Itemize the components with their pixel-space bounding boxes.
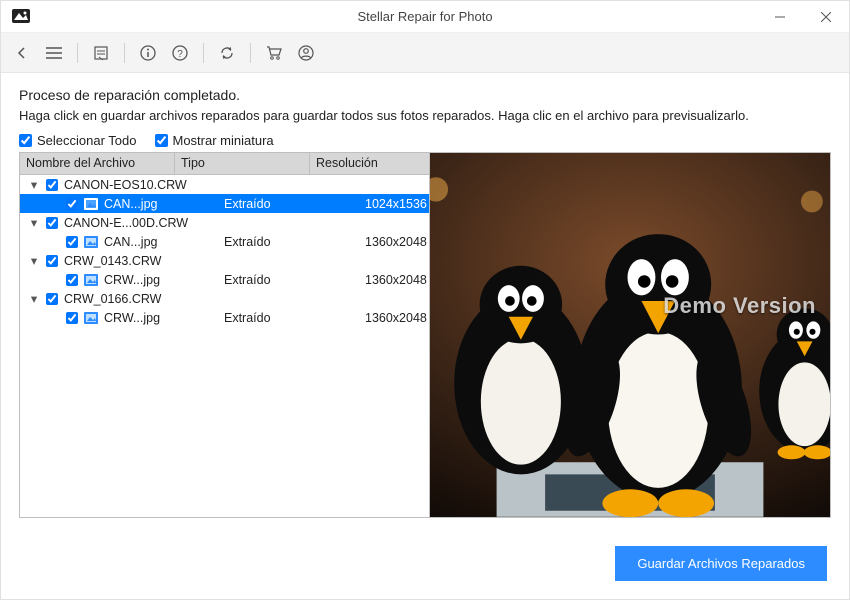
app-icon xyxy=(5,1,37,33)
chevron-down-icon[interactable]: ▾ xyxy=(28,215,40,230)
file-checkbox[interactable] xyxy=(66,274,78,286)
chevron-down-icon[interactable]: ▾ xyxy=(28,253,40,268)
minimize-button[interactable] xyxy=(757,1,803,32)
file-resolution: 1360x2048 xyxy=(361,273,429,287)
file-type: Extraído xyxy=(220,311,355,325)
window-controls xyxy=(757,1,849,32)
file-tree[interactable]: ▾ CANON-EOS10.CRW CAN...jpg Extraído 1024x15… xyxy=(20,175,429,517)
user-icon[interactable] xyxy=(293,40,319,66)
image-file-icon xyxy=(84,274,98,286)
preview-panel[interactable]: Demo Version xyxy=(430,153,830,517)
options-row: Seleccionar Todo Mostrar miniatura xyxy=(19,133,831,148)
group-name: CANON-E...00D.CRW xyxy=(64,216,188,230)
group-checkbox[interactable] xyxy=(46,293,58,305)
file-type: Extraído xyxy=(220,273,355,287)
tree-group-row[interactable]: ▾ CANON-EOS10.CRW xyxy=(20,175,429,194)
file-checkbox[interactable] xyxy=(66,236,78,248)
info-icon[interactable] xyxy=(135,40,161,66)
select-all-checkbox[interactable]: Seleccionar Todo xyxy=(19,133,137,148)
file-checkbox[interactable] xyxy=(66,198,78,210)
group-name: CRW_0143.CRW xyxy=(64,254,162,268)
window-title: Stellar Repair for Photo xyxy=(1,9,849,24)
toolbar-separator xyxy=(124,43,125,63)
chevron-down-icon[interactable]: ▾ xyxy=(28,177,40,192)
file-resolution: 1024x1536 xyxy=(361,197,429,211)
app-window: Stellar Repair for Photo xyxy=(0,0,850,600)
preview-watermark: Demo Version xyxy=(663,293,816,319)
group-name: CANON-EOS10.CRW xyxy=(64,178,187,192)
tree-group-row[interactable]: ▾ CANON-E...00D.CRW xyxy=(20,213,429,232)
tree-file-row[interactable]: CRW...jpg Extraído 1360x2048 xyxy=(20,308,429,327)
select-all-label: Seleccionar Todo xyxy=(37,133,137,148)
refresh-icon[interactable] xyxy=(214,40,240,66)
svg-text:?: ? xyxy=(177,49,183,60)
tree-group-row[interactable]: ▾ CRW_0166.CRW xyxy=(20,289,429,308)
file-list-panel: Nombre del Archivo Tipo Resolución ▾ CANO… xyxy=(20,153,430,517)
save-repaired-button[interactable]: Guardar Archivos Reparados xyxy=(615,546,827,581)
back-icon[interactable] xyxy=(9,40,35,66)
file-type: Extraído xyxy=(220,235,355,249)
tree-file-row[interactable]: CAN...jpg Extraído 1360x2048 xyxy=(20,232,429,251)
image-file-icon xyxy=(84,236,98,248)
file-list-header: Nombre del Archivo Tipo Resolución xyxy=(20,153,429,175)
chevron-down-icon[interactable]: ▾ xyxy=(28,291,40,306)
preview-image xyxy=(430,153,830,517)
footer: Guardar Archivos Reparados xyxy=(1,528,849,599)
status-heading: Proceso de reparación completado. xyxy=(19,87,831,103)
file-resolution: 1360x2048 xyxy=(361,235,429,249)
show-thumbnail-checkbox[interactable]: Mostrar miniatura xyxy=(155,133,274,148)
file-name: CRW...jpg xyxy=(104,273,214,287)
help-icon[interactable]: ? xyxy=(167,40,193,66)
toolbar-separator xyxy=(77,43,78,63)
file-name: CRW...jpg xyxy=(104,311,214,325)
image-file-icon xyxy=(84,198,98,210)
titlebar: Stellar Repair for Photo xyxy=(1,1,849,33)
tree-file-row[interactable]: CAN...jpg Extraído 1024x1536 xyxy=(20,194,429,213)
show-thumbnail-label: Mostrar miniatura xyxy=(173,133,274,148)
toolbar: ? xyxy=(1,33,849,73)
group-checkbox[interactable] xyxy=(46,217,58,229)
file-resolution: 1360x2048 xyxy=(361,311,429,325)
image-file-icon xyxy=(84,312,98,324)
column-filename[interactable]: Nombre del Archivo xyxy=(20,153,175,174)
group-checkbox[interactable] xyxy=(46,179,58,191)
content-area: Proceso de reparación completado. Haga c… xyxy=(1,73,849,528)
tree-group-row[interactable]: ▾ CRW_0143.CRW xyxy=(20,251,429,270)
file-checkbox[interactable] xyxy=(66,312,78,324)
show-thumbnail-input[interactable] xyxy=(155,134,168,147)
file-type: Extraído xyxy=(220,197,355,211)
file-name: CAN...jpg xyxy=(104,235,214,249)
instructions-text: Haga click en guardar archivos reparados… xyxy=(19,107,831,125)
file-name: CAN...jpg xyxy=(104,197,214,211)
toolbar-separator xyxy=(250,43,251,63)
group-checkbox[interactable] xyxy=(46,255,58,267)
main-panel: Nombre del Archivo Tipo Resolución ▾ CANO… xyxy=(19,152,831,518)
cart-icon[interactable] xyxy=(261,40,287,66)
column-resolution[interactable]: Resolución xyxy=(310,153,429,174)
tree-file-row[interactable]: CRW...jpg Extraído 1360x2048 xyxy=(20,270,429,289)
column-type[interactable]: Tipo xyxy=(175,153,310,174)
list-icon[interactable] xyxy=(88,40,114,66)
select-all-input[interactable] xyxy=(19,134,32,147)
close-button[interactable] xyxy=(803,1,849,32)
menu-icon[interactable] xyxy=(41,40,67,66)
group-name: CRW_0166.CRW xyxy=(64,292,162,306)
toolbar-separator xyxy=(203,43,204,63)
